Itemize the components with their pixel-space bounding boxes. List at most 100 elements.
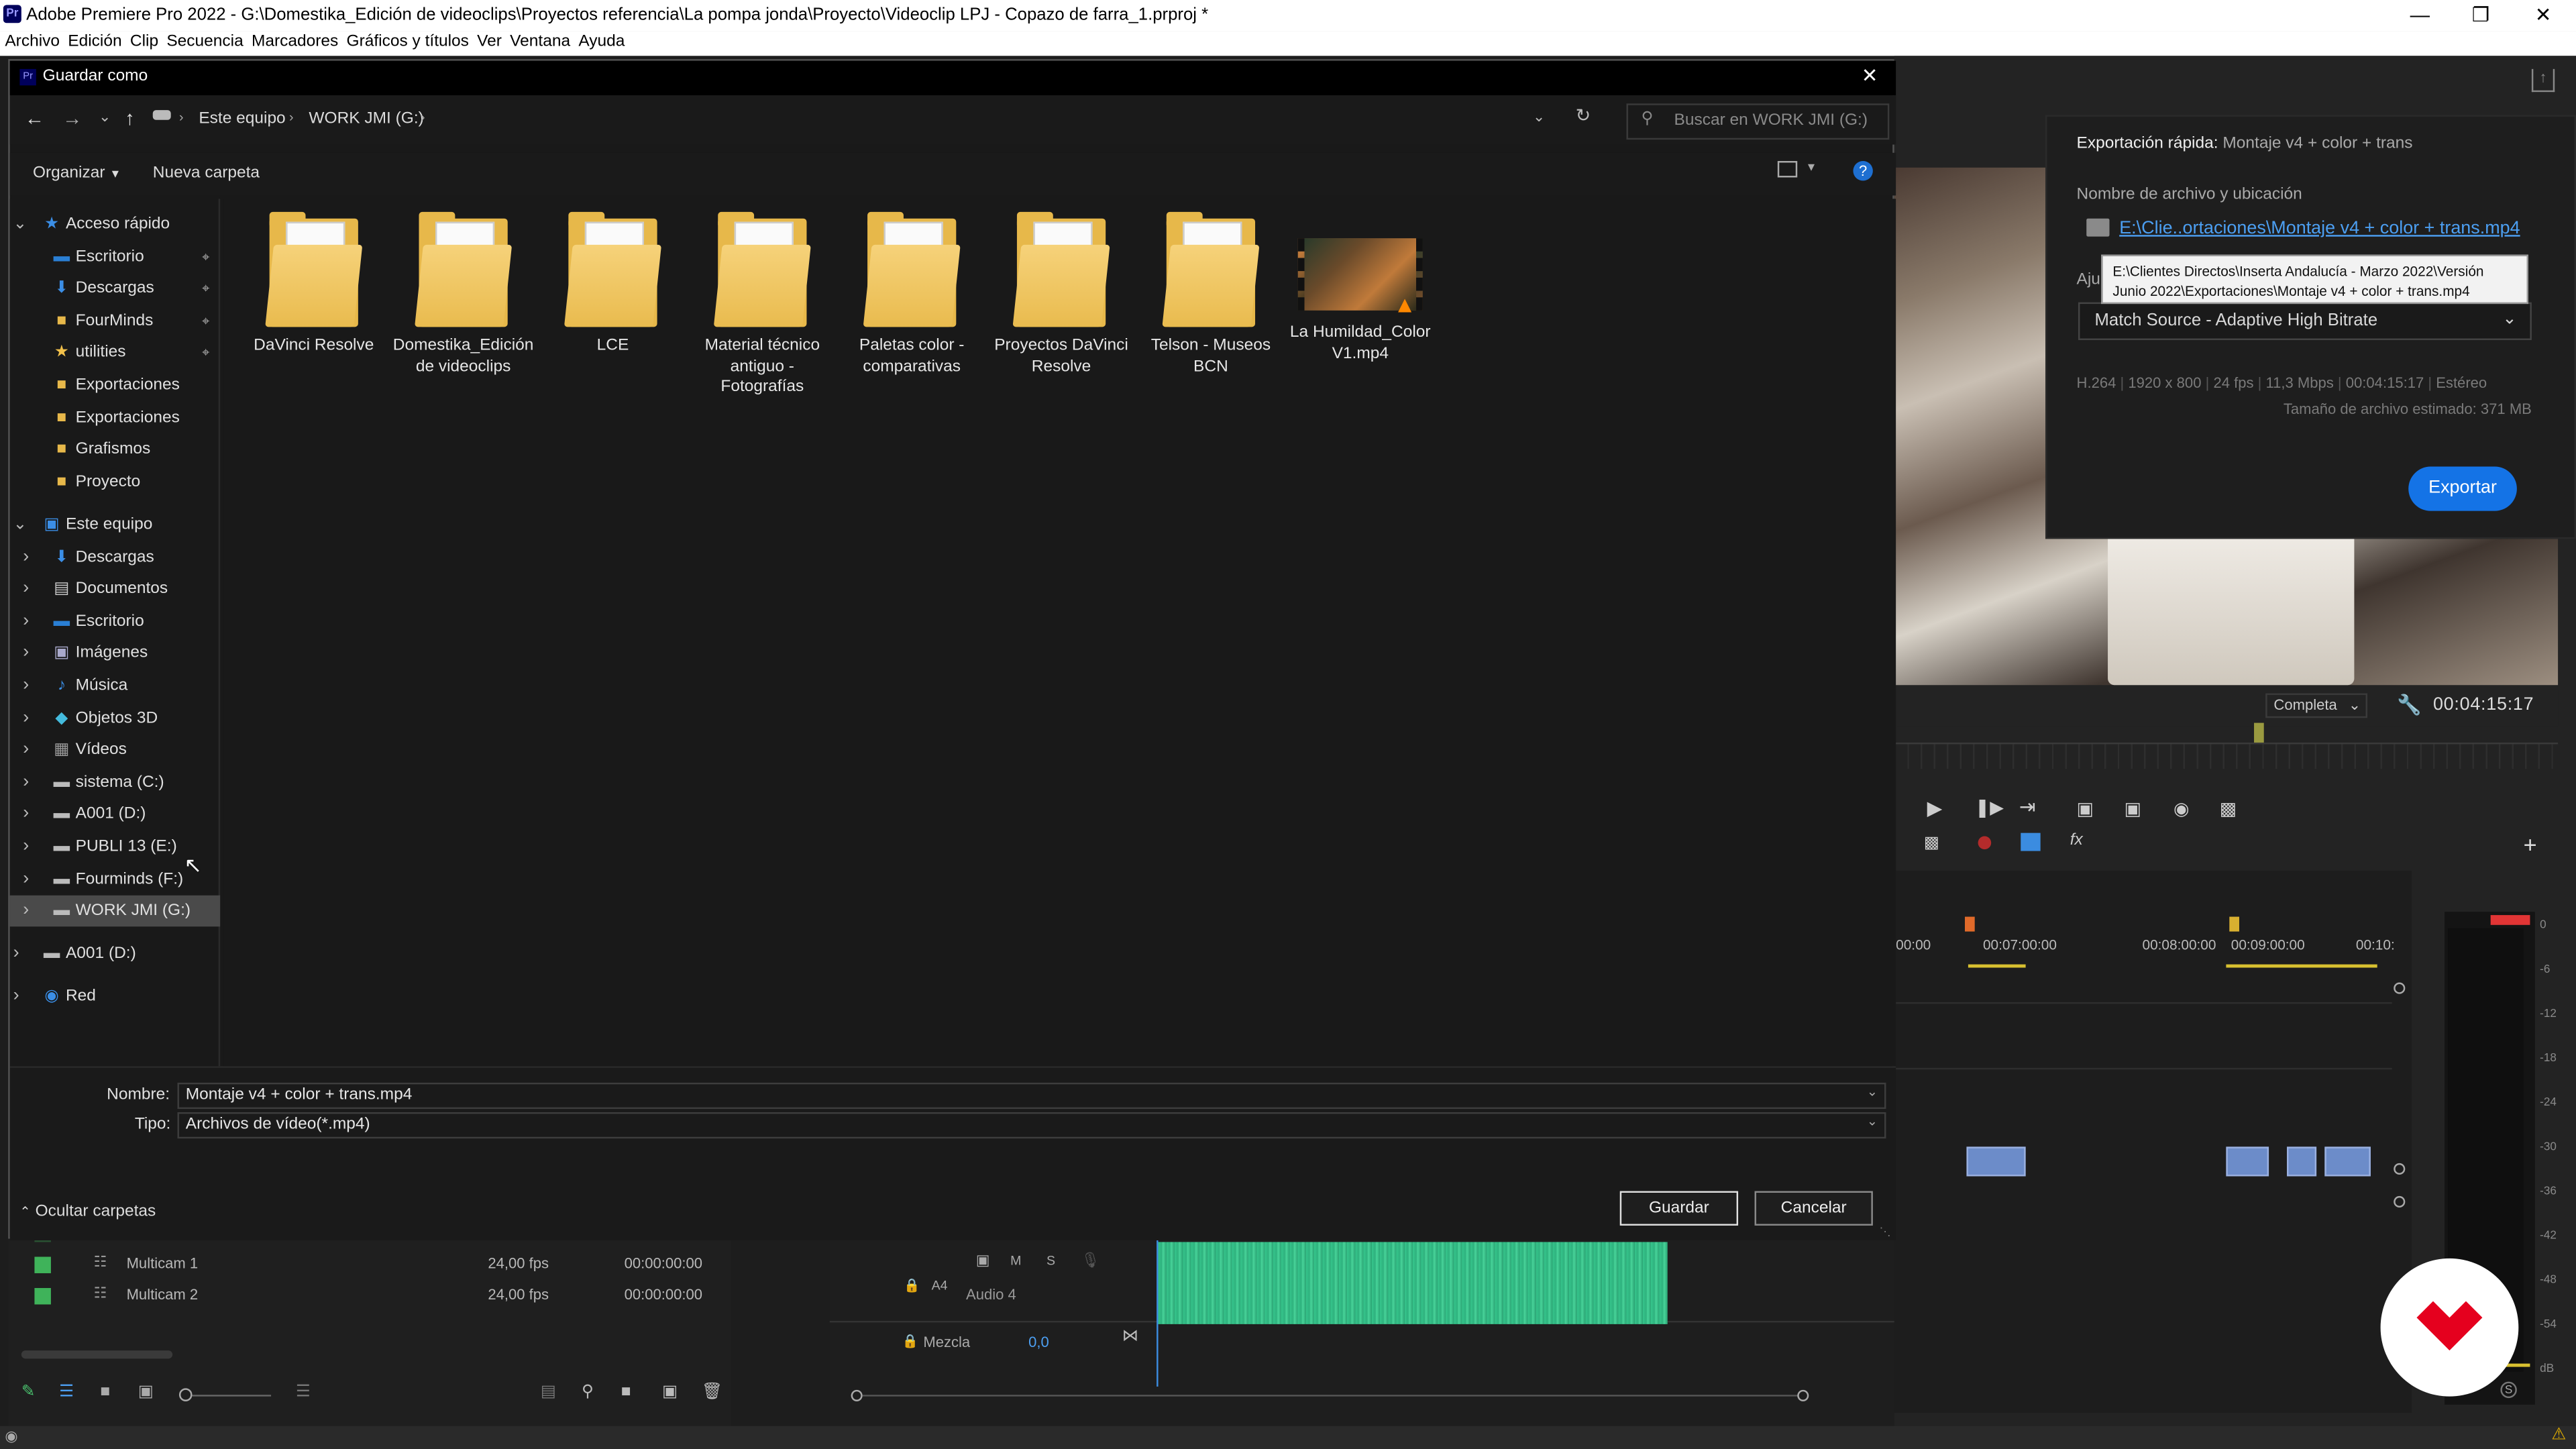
menu-item[interactable]: Secuencia — [166, 33, 243, 51]
chevron-right-icon[interactable]: › — [23, 799, 29, 830]
chevron-right-icon[interactable]: › — [23, 863, 29, 895]
nav-root-item[interactable]: › ▬ A001 (D:) — [10, 938, 220, 970]
this-pc-item[interactable]: › ◆ Objetos 3D — [10, 702, 220, 734]
file-location-link[interactable]: E:\Clie..ortaciones\Montaje v4 + color +… — [2119, 219, 2520, 238]
overwrite-icon[interactable]: ▣ — [2125, 798, 2141, 820]
folder-item[interactable]: Telson - Museos BCN — [1140, 211, 1282, 378]
project-item-row[interactable]: ☷ Multicam 2 24,00 fps 00:00:00:00 — [25, 1281, 715, 1313]
timeline-clip[interactable] — [2324, 1146, 2371, 1177]
close-icon[interactable]: ✕ — [1862, 64, 1878, 87]
resize-grip-icon[interactable]: ⋱ — [1880, 1226, 1891, 1238]
hide-folders-toggle[interactable]: ⌃ Ocultar carpetas — [19, 1203, 156, 1221]
quick-access-header[interactable]: ⌄ ★ Acceso rápido — [10, 209, 220, 240]
menu-item[interactable]: Marcadores — [252, 33, 338, 51]
solo-button[interactable]: S — [2500, 1381, 2517, 1399]
sort-icon[interactable]: ☰ — [296, 1383, 311, 1401]
address-dropdown-icon[interactable]: ⌄ — [1533, 109, 1545, 127]
this-pc-header[interactable]: ⌄ ▣ Este equipo — [10, 509, 220, 541]
menu-item[interactable]: Archivo — [5, 33, 60, 51]
lock-icon[interactable]: 🔒 — [904, 1278, 920, 1293]
quick-access-item[interactable]: ■ Proyecto — [10, 466, 220, 498]
this-pc-item[interactable]: › ▣ Imágenes — [10, 638, 220, 669]
folder-item[interactable]: LCE — [542, 211, 684, 358]
this-pc-item[interactable]: › ▬ Escritorio — [10, 606, 220, 637]
menu-item[interactable]: Ver — [477, 33, 502, 51]
warning-icon[interactable]: ⚠ — [2551, 1426, 2566, 1444]
chevron-right-icon[interactable]: › — [23, 702, 29, 734]
search-icon[interactable]: ⚲ — [582, 1383, 594, 1401]
close-window-button[interactable]: ✕ — [2514, 0, 2573, 32]
minimize-button[interactable]: — — [2390, 0, 2449, 32]
file-type-select[interactable]: Archivos de vídeo(*.mp4) ⌄ — [177, 1112, 1886, 1139]
color-label-swatch[interactable] — [34, 1256, 51, 1273]
quick-access-item[interactable]: ▬ Escritorio ⌖ — [10, 241, 220, 272]
restore-button[interactable]: ❐ — [2451, 0, 2510, 32]
quick-access-item[interactable]: ■ Exportaciones — [10, 402, 220, 433]
sync-lock-icon[interactable]: ▣ — [976, 1252, 990, 1270]
help-icon[interactable]: ? — [1853, 161, 1873, 181]
chevron-right-icon[interactable]: › — [23, 767, 29, 798]
pin-icon[interactable]: ⌖ — [202, 337, 209, 369]
folder-item[interactable]: Material técnico antiguo - Fotografías — [692, 211, 833, 398]
chevron-right-icon[interactable]: › — [23, 541, 29, 573]
chevron-right-icon[interactable]: › — [23, 606, 29, 637]
chevron-right-icon[interactable]: › — [13, 938, 19, 970]
menu-item[interactable]: Edición — [68, 33, 121, 51]
mute-button[interactable]: M — [1010, 1254, 1021, 1269]
mix-value[interactable]: 0,0 — [1028, 1334, 1049, 1350]
chevron-down-icon[interactable]: ⌄ — [13, 209, 28, 240]
pin-icon[interactable]: ⌖ — [202, 241, 209, 272]
this-pc-item[interactable]: › ▬ sistema (C:) — [10, 767, 220, 798]
up-icon[interactable]: ↑ — [125, 107, 135, 129]
this-pc-item[interactable]: › ▬ WORK JMI (G:) — [9, 895, 221, 927]
this-pc-item[interactable]: › ⬇ Descargas — [10, 541, 220, 573]
insert-icon[interactable]: ▣ — [2077, 798, 2094, 820]
breadcrumb-this-pc[interactable]: Este equipo — [199, 110, 285, 128]
export-button[interactable]: Exportar — [2408, 466, 2517, 511]
timeline-scrollbar[interactable] — [862, 1395, 1799, 1397]
menu-item[interactable]: Ayuda — [578, 33, 625, 51]
scroll-handle[interactable] — [851, 1389, 863, 1401]
nav-root-item[interactable]: › ◉ Red — [10, 981, 220, 1013]
automate-icon[interactable]: ▤ — [541, 1383, 556, 1401]
timeline-clip[interactable] — [2226, 1146, 2269, 1177]
quick-access-item[interactable]: ■ Grafismos — [10, 434, 220, 466]
status-icon[interactable]: ◉ — [5, 1428, 17, 1446]
folder-item[interactable]: Proyectos DaVinci Resolve — [991, 211, 1132, 378]
this-pc-item[interactable]: › ▦ Vídeos — [10, 735, 220, 766]
folder-item[interactable]: DaVinci Resolve — [243, 211, 384, 358]
monitor-scrubber[interactable] — [1894, 742, 2559, 769]
menu-item[interactable]: Ventana — [510, 33, 570, 51]
search-input[interactable]: ⚲ Buscar en WORK JMI (G:) — [1626, 103, 1890, 140]
this-pc-item[interactable]: › ▬ A001 (D:) — [10, 799, 220, 830]
zoom-slider[interactable] — [192, 1395, 272, 1397]
marker[interactable] — [2229, 916, 2239, 932]
resolution-select[interactable]: Completa ⌄ — [2265, 693, 2368, 718]
folder-item[interactable]: Paletas color - comparativas — [841, 211, 983, 378]
recent-locations-icon[interactable]: ⌄ — [99, 109, 111, 127]
list-view-icon[interactable]: ☰ — [59, 1383, 74, 1401]
chevron-down-icon[interactable]: ⌄ — [13, 509, 28, 541]
play-icon[interactable]: ▶ — [1927, 797, 1943, 820]
scroll-handle[interactable] — [2394, 982, 2406, 994]
this-pc-item[interactable]: › ♪ Música — [10, 670, 220, 702]
scroll-handle[interactable] — [2394, 1163, 2406, 1175]
microphone-icon[interactable]: 🎙 — [1081, 1252, 1099, 1270]
safe-margins-icon[interactable]: ▩ — [1924, 835, 1939, 853]
timeline-clip[interactable] — [2287, 1146, 2317, 1177]
chevron-right-icon[interactable]: › — [23, 638, 29, 669]
chevron-right-icon[interactable]: › — [23, 735, 29, 766]
new-bin-icon[interactable]: ■ — [621, 1383, 631, 1401]
in-marker[interactable] — [1965, 916, 1975, 932]
menu-item[interactable]: Clip — [130, 33, 158, 51]
playhead-marker[interactable] — [2254, 722, 2264, 743]
pin-icon[interactable]: ⌖ — [202, 305, 209, 337]
lock-icon[interactable]: 🔒 — [902, 1334, 918, 1349]
multicam-icon[interactable] — [2021, 833, 2041, 851]
color-label-swatch[interactable] — [34, 1288, 51, 1305]
back-icon[interactable]: ← — [25, 107, 44, 129]
go-to-end-icon[interactable]: ⋈ — [1122, 1328, 1138, 1346]
icon-view-icon[interactable]: ■ — [100, 1383, 110, 1401]
chevron-right-icon[interactable]: › — [13, 981, 19, 1013]
comparison-view-icon[interactable]: ▩ — [2220, 798, 2237, 820]
